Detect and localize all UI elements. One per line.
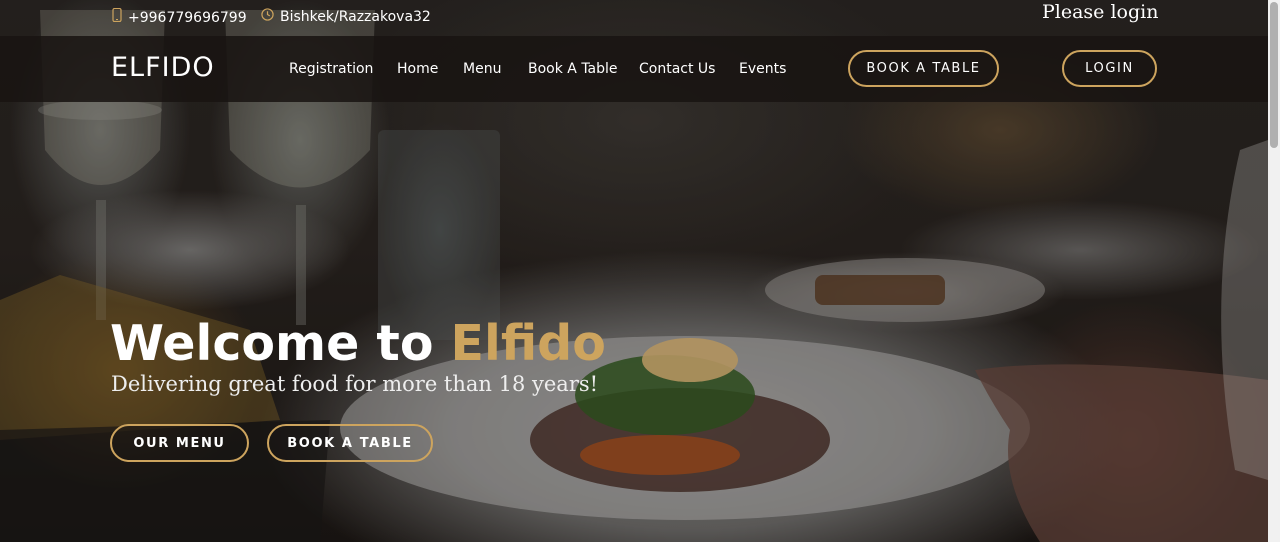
location-address: Bishkek/Razzakova32 [280, 9, 431, 25]
nav-link-menu[interactable]: Menu [463, 60, 501, 78]
site-logo[interactable]: ELFIDO [111, 52, 215, 83]
main-navbar: ELFIDO Registration Home Menu Book A Tab… [0, 36, 1268, 102]
nav-link-contact-us[interactable]: Contact Us [639, 60, 715, 78]
hero-title-prefix: Welcome to [110, 315, 451, 372]
page: +996779696799 Bishkek/Razzakova32 Please… [0, 0, 1280, 542]
nav-link-home[interactable]: Home [397, 60, 438, 78]
nav-link-book-a-table[interactable]: Book A Table [528, 60, 618, 78]
hero-subtitle: Delivering great food for more than 18 y… [111, 372, 599, 396]
nav-link-registration[interactable]: Registration [289, 60, 373, 78]
hero-book-a-table-button[interactable]: BOOK A TABLE [267, 424, 433, 462]
book-a-table-button[interactable]: BOOK A TABLE [848, 50, 999, 87]
mobile-phone-icon [112, 7, 122, 27]
login-prompt: Please login [1042, 1, 1159, 23]
nav-link-events[interactable]: Events [739, 60, 786, 78]
clock-icon [261, 8, 274, 26]
hero-title: Welcome to Elfido [110, 313, 606, 375]
phone-number[interactable]: +996779696799 [128, 9, 247, 27]
contact-phone: +996779696799 [112, 7, 247, 27]
login-button[interactable]: LOGIN [1062, 50, 1157, 87]
scrollbar-thumb[interactable] [1270, 2, 1278, 148]
hero-title-brand: Elfido [450, 315, 606, 372]
our-menu-button[interactable]: OUR MENU [110, 424, 249, 462]
top-info-bar: +996779696799 Bishkek/Razzakova32 Please… [0, 0, 1268, 36]
contact-location: Bishkek/Razzakova32 [261, 8, 431, 26]
page-scrollbar[interactable] [1268, 0, 1280, 542]
